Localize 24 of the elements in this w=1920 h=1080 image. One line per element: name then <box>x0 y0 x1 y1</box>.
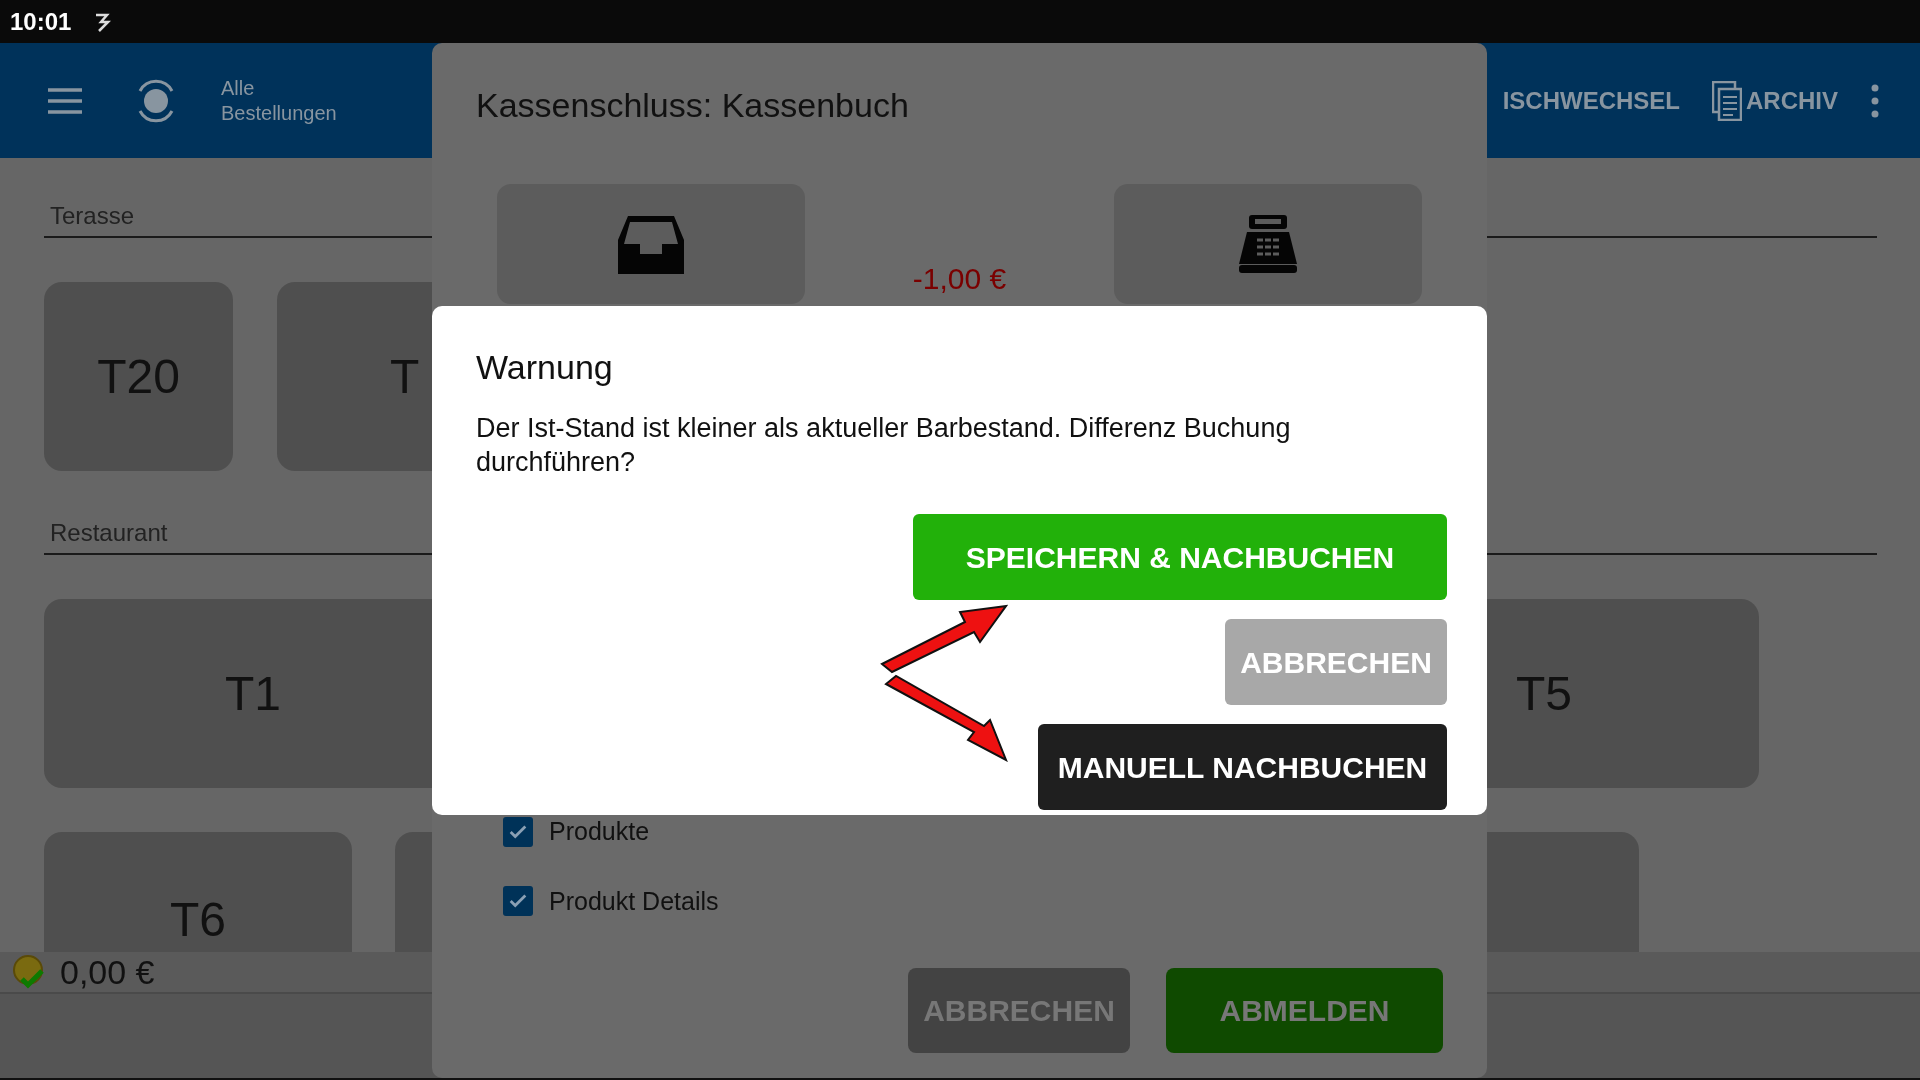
drawer-card[interactable] <box>497 184 805 304</box>
toolbar-action[interactable]: ISCHWECHSEL <box>1502 82 1680 119</box>
dialog-button[interactable]: ABBRECHEN <box>1225 619 1447 705</box>
option-label: Produkt Details <box>549 885 719 917</box>
table-tile[interactable]: T20 <box>44 282 233 471</box>
table-tile[interactable]: T6 <box>44 832 352 952</box>
dialog-title: Kassenschluss: Kassenbuch <box>476 85 910 126</box>
menu-icon[interactable] <box>47 87 83 114</box>
document-icon <box>1712 80 1742 121</box>
balance-amount: 0,00 € <box>60 951 155 993</box>
cash-register-icon <box>1239 214 1297 274</box>
checkbox[interactable] <box>503 886 533 917</box>
dialog-button[interactable]: SPEICHERN & NACHBUCHEN <box>913 514 1447 600</box>
checkbox[interactable] <box>503 816 533 847</box>
clock-time: 10:01 <box>10 6 72 37</box>
dialog-button[interactable]: ABMELDEN <box>1166 968 1443 1053</box>
app-title: Alle Bestellungen <box>221 75 338 126</box>
dialog-button[interactable]: MANUELL NACHBUCHEN <box>1038 724 1447 810</box>
option-label: Produkte <box>549 816 650 847</box>
register-card[interactable] <box>1114 184 1422 304</box>
toolbar-action[interactable]: ARCHIV <box>1712 80 1838 121</box>
inbox-icon <box>616 214 686 276</box>
difference-amount: -1,00 € <box>911 261 1008 297</box>
more-icon[interactable] <box>1870 83 1880 118</box>
